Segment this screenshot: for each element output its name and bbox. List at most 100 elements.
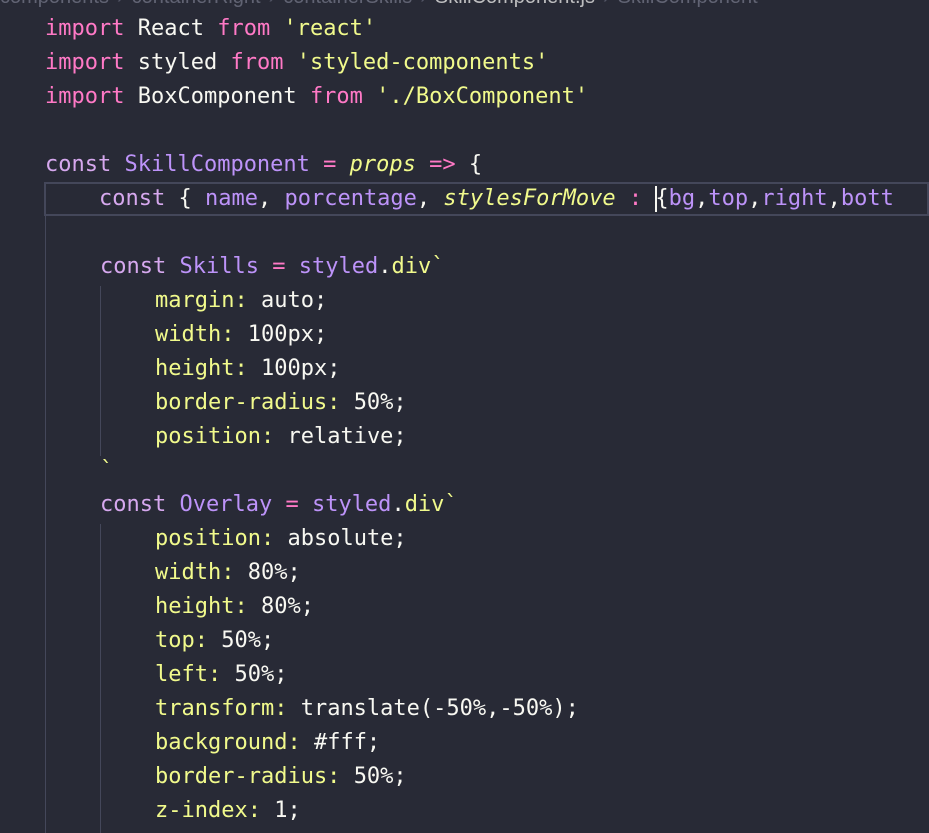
- breadcrumb-separator: ›: [595, 0, 618, 8]
- keyword: const: [100, 254, 167, 279]
- identifier: SkillComponent: [124, 152, 310, 177]
- code-editor[interactable]: components›containerRight›containerSkill…: [0, 0, 929, 833]
- keyword: const: [100, 492, 167, 517]
- css-property: position:: [155, 526, 275, 551]
- string-literal: 'react': [283, 16, 377, 41]
- css-value: 80%;: [260, 594, 314, 619]
- css-line: transform: translate(-50%,-50%);: [0, 692, 929, 726]
- breadcrumb-item[interactable]: components: [0, 0, 109, 8]
- operator: =: [285, 492, 299, 517]
- identifier: styled: [137, 50, 218, 75]
- css-value: translate(-50%,-50%);: [300, 696, 579, 721]
- code-line: import styled from 'styled-components': [0, 46, 929, 80]
- css-property: height:: [155, 356, 248, 381]
- breadcrumb-item[interactable]: SkillComponent: [618, 0, 758, 8]
- css-line: height: 100px;: [0, 352, 929, 386]
- css-value: auto;: [260, 288, 328, 313]
- brace: {: [655, 186, 669, 211]
- css-value: 50%;: [221, 628, 275, 653]
- code-area[interactable]: import React from 'react' import styled …: [0, 12, 929, 828]
- identifier: BoxComponent: [137, 84, 297, 109]
- operator: =: [272, 254, 286, 279]
- operator: =>: [429, 152, 456, 177]
- operator: =: [323, 152, 337, 177]
- css-line: background: #fff;: [0, 726, 929, 760]
- identifier: styled: [298, 254, 379, 279]
- keyword: from: [230, 50, 284, 75]
- code-line: `: [0, 454, 929, 488]
- template-tick: `: [444, 492, 458, 517]
- breadcrumb-item[interactable]: containerSkills: [283, 0, 412, 8]
- css-property: margin:: [155, 288, 248, 313]
- keyword: const: [45, 152, 112, 177]
- css-line: border-radius: 50%;: [0, 760, 929, 794]
- code-line: const Overlay = styled.div`: [0, 488, 929, 522]
- breadcrumb: components›containerRight›containerSkill…: [0, 0, 758, 8]
- css-property: height:: [155, 594, 248, 619]
- keyword: const: [99, 186, 166, 211]
- css-property: width:: [155, 560, 235, 585]
- code-line-active: const { name, porcentage, stylesForMove …: [44, 182, 929, 216]
- css-line: position: relative;: [0, 420, 929, 454]
- css-property: top:: [155, 628, 208, 653]
- identifier: top: [708, 186, 749, 211]
- css-line: height: 80%;: [0, 590, 929, 624]
- css-value: relative;: [287, 424, 407, 449]
- keyword: from: [217, 16, 271, 41]
- code-line: import BoxComponent from './BoxComponent…: [0, 80, 929, 114]
- identifier: name: [204, 186, 258, 211]
- string-literal: './BoxComponent': [376, 84, 589, 109]
- css-value: 80%;: [247, 560, 301, 585]
- identifier: porcentage: [284, 186, 417, 211]
- breadcrumb-item[interactable]: SkillComponent.js: [435, 0, 595, 8]
- identifier: styled: [311, 492, 392, 517]
- identifier: React: [137, 16, 204, 41]
- css-property: background:: [155, 730, 301, 755]
- identifier: Skills: [179, 254, 259, 279]
- css-property: left:: [155, 662, 222, 687]
- css-value: 50%;: [353, 764, 407, 789]
- css-value: #fff;: [313, 730, 381, 755]
- css-value: absolute;: [287, 526, 407, 551]
- css-property: border-radius:: [155, 764, 341, 789]
- code-line: const Skills = styled.div`: [0, 250, 929, 284]
- template-tick: `: [431, 254, 445, 279]
- keyword: import: [45, 84, 125, 109]
- keyword: from: [309, 84, 363, 109]
- css-value: 100px;: [247, 322, 328, 347]
- css-property: width:: [155, 322, 235, 347]
- identifier: Overlay: [179, 492, 273, 517]
- css-value: 50%;: [353, 390, 407, 415]
- css-line: border-radius: 50%;: [0, 386, 929, 420]
- parameter: props: [349, 152, 416, 177]
- property: div: [404, 492, 445, 517]
- operator: .: [378, 254, 392, 279]
- identifier: stylesForMove: [443, 186, 616, 211]
- identifier: bott: [840, 186, 894, 211]
- identifier: bg: [668, 186, 696, 211]
- breadcrumb-item[interactable]: containerRight: [132, 0, 261, 8]
- css-line: z-index: 1;: [0, 794, 929, 828]
- css-property: transform:: [155, 696, 288, 721]
- css-property: border-radius:: [155, 390, 341, 415]
- string-literal: 'styled-components': [296, 50, 549, 75]
- breadcrumb-separator: ›: [261, 0, 284, 8]
- css-line: position: absolute;: [0, 522, 929, 556]
- css-line: margin: auto;: [0, 284, 929, 318]
- css-value: 50%;: [234, 662, 288, 687]
- keyword: import: [45, 50, 125, 75]
- property: div: [391, 254, 432, 279]
- identifier: right: [761, 186, 828, 211]
- css-line: width: 100px;: [0, 318, 929, 352]
- brace: {: [178, 186, 192, 211]
- breadcrumb-separator: ›: [109, 0, 132, 8]
- template-tick: `: [100, 458, 114, 483]
- css-value: 100px;: [260, 356, 341, 381]
- operator: :: [628, 186, 643, 211]
- css-value: 1;: [274, 798, 301, 823]
- css-property: position:: [155, 424, 275, 449]
- css-property: z-index:: [155, 798, 261, 823]
- code-line: const SkillComponent = props => {: [0, 148, 929, 182]
